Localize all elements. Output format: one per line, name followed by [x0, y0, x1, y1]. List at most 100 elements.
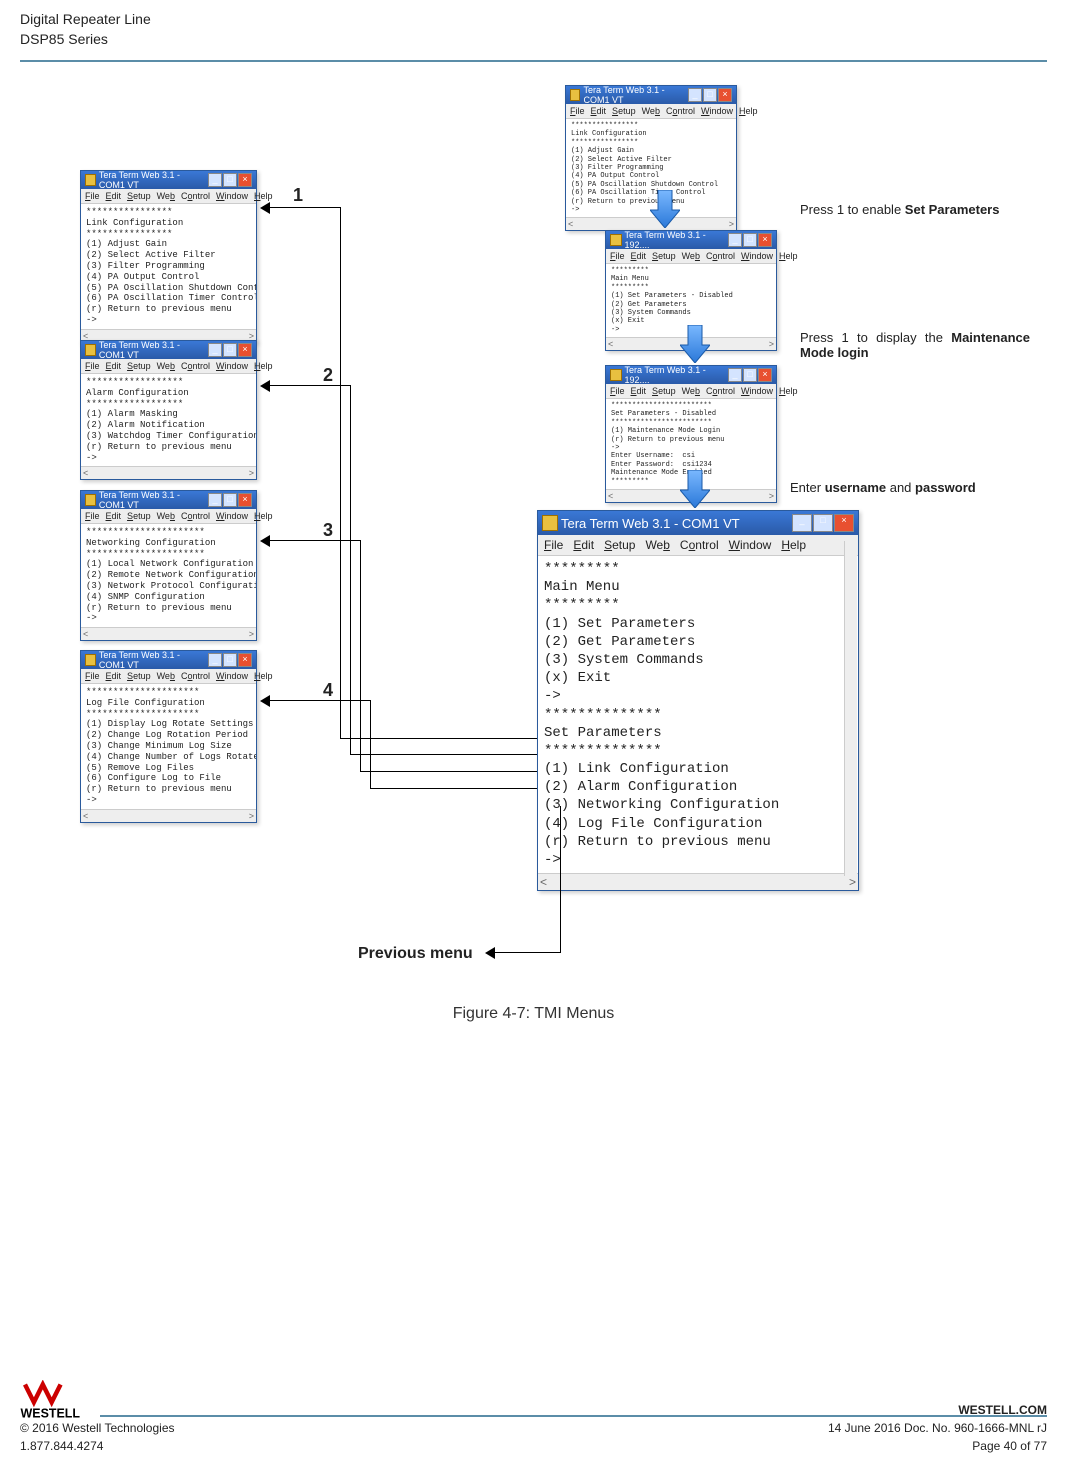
menu-web[interactable]: Web — [157, 191, 175, 201]
menu-setup[interactable]: Setup — [127, 671, 151, 681]
maximize-button[interactable]: □ — [743, 368, 757, 382]
minimize-button[interactable]: _ — [728, 233, 742, 247]
menu-help[interactable]: Help — [779, 251, 798, 261]
close-button[interactable]: × — [238, 173, 252, 187]
close-button[interactable]: × — [238, 653, 252, 667]
menu-control[interactable]: Control — [181, 511, 210, 521]
menu-control[interactable]: Control — [706, 251, 735, 261]
maximize-button[interactable]: □ — [703, 88, 717, 102]
menu-web[interactable]: Web — [157, 361, 175, 371]
menu-web[interactable]: Web — [645, 538, 669, 552]
maximize-button[interactable]: □ — [223, 653, 237, 667]
maximize-button[interactable]: □ — [223, 173, 237, 187]
menu-control[interactable]: Control — [181, 361, 210, 371]
menu-file[interactable]: File — [85, 361, 100, 371]
menu-setup[interactable]: Setup — [612, 106, 636, 116]
menu-setup[interactable]: Setup — [652, 251, 676, 261]
scrollbar-h[interactable]: <> — [81, 466, 256, 479]
titlebar[interactable]: Tera Term Web 3.1 - 192.... _□× — [606, 231, 776, 249]
menu-control[interactable]: Control — [666, 106, 695, 116]
terminal-content[interactable]: ********* Main Menu ********* (1) Set Pa… — [538, 556, 858, 873]
scrollbar-v[interactable] — [844, 541, 857, 876]
menu-help[interactable]: Help — [254, 511, 273, 521]
menu-web[interactable]: Web — [682, 386, 700, 396]
menu-setup[interactable]: Setup — [652, 386, 676, 396]
menu-edit[interactable]: Edit — [106, 361, 122, 371]
menu-window[interactable]: Window — [216, 671, 248, 681]
menu-control[interactable]: Control — [181, 191, 210, 201]
menu-edit[interactable]: Edit — [106, 671, 122, 681]
menu-help[interactable]: Help — [254, 191, 273, 201]
menu-web[interactable]: Web — [682, 251, 700, 261]
menu-web[interactable]: Web — [157, 511, 175, 521]
menu-window[interactable]: Window — [701, 106, 733, 116]
menu-window[interactable]: Window — [741, 251, 773, 261]
menu-web[interactable]: Web — [642, 106, 660, 116]
maximize-button[interactable]: □ — [743, 233, 757, 247]
minimize-button[interactable]: _ — [688, 88, 702, 102]
menu-control[interactable]: Control — [181, 671, 210, 681]
menu-setup[interactable]: Setup — [127, 511, 151, 521]
titlebar[interactable]: Tera Term Web 3.1 - COM1 VT _□× — [81, 491, 256, 509]
menu-file[interactable]: File — [610, 386, 625, 396]
titlebar[interactable]: Tera Term Web 3.1 - COM1 VT _□× — [81, 171, 256, 189]
menu-edit[interactable]: Edit — [106, 511, 122, 521]
menu-edit[interactable]: Edit — [631, 251, 647, 261]
menu-help[interactable]: Help — [254, 671, 273, 681]
maximize-button[interactable]: □ — [223, 493, 237, 507]
scrollbar-h[interactable]: <> — [538, 873, 858, 890]
menu-help[interactable]: Help — [254, 361, 273, 371]
menu-edit[interactable]: Edit — [106, 191, 122, 201]
minimize-button[interactable]: _ — [792, 514, 812, 532]
menu-window[interactable]: Window — [216, 191, 248, 201]
menu-file[interactable]: File — [610, 251, 625, 261]
terminal-content[interactable]: ****************** Alarm Configuration *… — [81, 374, 256, 466]
menu-file[interactable]: File — [85, 191, 100, 201]
menu-setup[interactable]: Setup — [127, 361, 151, 371]
menu-web[interactable]: Web — [157, 671, 175, 681]
close-button[interactable]: × — [758, 233, 772, 247]
minimize-button[interactable]: _ — [208, 173, 222, 187]
terminal-content[interactable]: **************** Link Configuration ****… — [81, 204, 256, 329]
menu-file[interactable]: File — [570, 106, 585, 116]
titlebar[interactable]: Tera Term Web 3.1 - COM1 VT _□× — [81, 651, 256, 669]
menu-window[interactable]: Window — [216, 511, 248, 521]
minimize-button[interactable]: _ — [728, 368, 742, 382]
menu-edit[interactable]: Edit — [591, 106, 607, 116]
scrollbar-h[interactable]: <> — [81, 809, 256, 822]
menu-file[interactable]: File — [85, 511, 100, 521]
titlebar[interactable]: Tera Term Web 3.1 - 192.... _□× — [606, 366, 776, 384]
minimize-button[interactable]: _ — [208, 653, 222, 667]
minimize-button[interactable]: _ — [208, 343, 222, 357]
close-button[interactable]: × — [238, 493, 252, 507]
titlebar[interactable]: Tera Term Web 3.1 - COM1 VT _□× — [566, 86, 736, 104]
menu-file[interactable]: File — [544, 538, 563, 552]
menu-help[interactable]: Help — [781, 538, 806, 552]
menu-help[interactable]: Help — [779, 386, 798, 396]
close-button[interactable]: × — [834, 514, 854, 532]
menu-help[interactable]: Help — [739, 106, 758, 116]
connector — [360, 540, 361, 772]
window-networking-config: Tera Term Web 3.1 - COM1 VT _□× File Edi… — [80, 490, 257, 641]
close-button[interactable]: × — [758, 368, 772, 382]
menu-window[interactable]: Window — [729, 538, 772, 552]
menu-setup[interactable]: Setup — [604, 538, 635, 552]
menu-control[interactable]: Control — [706, 386, 735, 396]
menu-file[interactable]: File — [85, 671, 100, 681]
menu-edit[interactable]: Edit — [631, 386, 647, 396]
titlebar[interactable]: Tera Term Web 3.1 - COM1 VT _□× — [538, 511, 858, 535]
maximize-button[interactable]: □ — [813, 514, 833, 532]
menu-edit[interactable]: Edit — [573, 538, 594, 552]
menu-control[interactable]: Control — [680, 538, 719, 552]
menu-window[interactable]: Window — [216, 361, 248, 371]
minimize-button[interactable]: _ — [208, 493, 222, 507]
terminal-content[interactable]: ********************** Networking Config… — [81, 524, 256, 627]
close-button[interactable]: × — [238, 343, 252, 357]
maximize-button[interactable]: □ — [223, 343, 237, 357]
terminal-content[interactable]: ********************* Log File Configura… — [81, 684, 256, 809]
menu-window[interactable]: Window — [741, 386, 773, 396]
close-button[interactable]: × — [718, 88, 732, 102]
titlebar[interactable]: Tera Term Web 3.1 - COM1 VT _□× — [81, 341, 256, 359]
menu-setup[interactable]: Setup — [127, 191, 151, 201]
scrollbar-h[interactable]: <> — [81, 627, 256, 640]
